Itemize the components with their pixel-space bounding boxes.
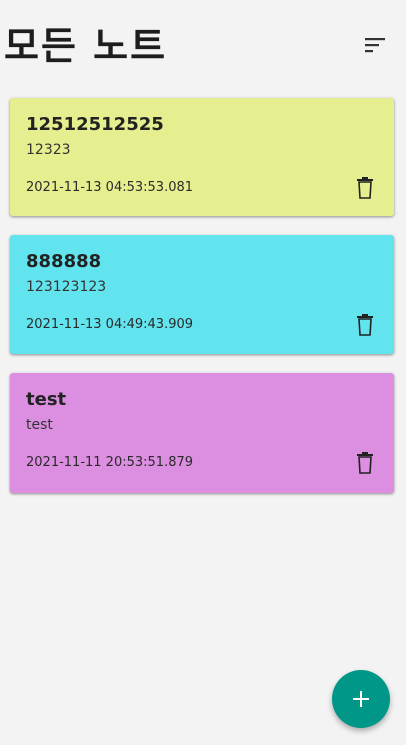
delete-note-button[interactable] bbox=[354, 176, 376, 200]
note-title: 12512512525 bbox=[26, 114, 164, 135]
note-content: test bbox=[26, 417, 53, 433]
note-date: 2021-11-13 04:53:53.081 bbox=[26, 180, 194, 195]
trash-icon bbox=[357, 314, 373, 336]
note-card[interactable]: test test 2021-11-11 20:53:51.879 bbox=[10, 373, 394, 493]
note-title: 888888 bbox=[26, 251, 102, 272]
note-content: 12323 bbox=[26, 142, 71, 158]
delete-note-button[interactable] bbox=[354, 451, 376, 475]
note-list: 12512512525 12323 2021-11-13 04:53:53.08… bbox=[10, 98, 394, 512]
note-card[interactable]: 888888 123123123 2021-11-13 04:49:43.909 bbox=[10, 235, 394, 354]
trash-icon bbox=[357, 452, 373, 474]
app-header: 모든 노트 bbox=[0, 0, 406, 90]
trash-icon bbox=[357, 177, 373, 199]
note-title: test bbox=[26, 389, 67, 410]
note-date: 2021-11-11 20:53:51.879 bbox=[26, 455, 194, 470]
note-content: 123123123 bbox=[26, 279, 107, 295]
add-note-button[interactable] bbox=[332, 670, 390, 728]
delete-note-button[interactable] bbox=[354, 313, 376, 337]
note-card[interactable]: 12512512525 12323 2021-11-13 04:53:53.08… bbox=[10, 98, 394, 216]
note-date: 2021-11-13 04:49:43.909 bbox=[26, 317, 194, 332]
sort-icon bbox=[365, 38, 385, 53]
page-title: 모든 노트 bbox=[4, 24, 168, 68]
sort-button[interactable] bbox=[360, 30, 390, 60]
plus-icon bbox=[353, 691, 369, 707]
